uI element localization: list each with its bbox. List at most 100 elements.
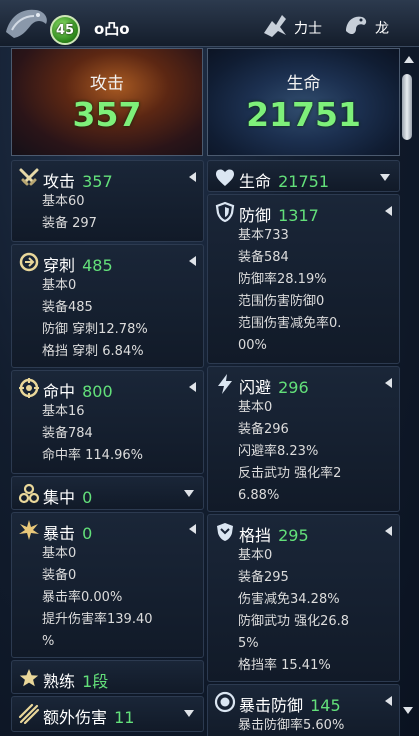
scroll-down-arrow-icon[interactable]	[403, 707, 413, 714]
lightning-icon	[218, 374, 232, 394]
stat-line: 00%	[238, 338, 267, 353]
stat-title: 生命	[239, 172, 272, 191]
stat-value: 0	[82, 488, 93, 507]
stat-line: 提升伤害率139.40	[42, 612, 153, 627]
stat-title: 集中	[43, 488, 76, 507]
hp-summary-value: 21751	[246, 95, 361, 134]
class-icon	[264, 15, 286, 37]
scrollbar-track[interactable]	[403, 70, 415, 695]
level-badge: 45	[50, 15, 80, 45]
stat-line: 装备584	[238, 250, 289, 265]
stat-title: 闪避	[239, 378, 272, 397]
stat-line: 装备784	[42, 426, 93, 441]
stat-card-evasion: 闪避 296 基本0 装备296 闪避率8.23% 反击武功 强化率2 6.88…	[207, 366, 400, 512]
race-icon	[346, 16, 367, 35]
stat-card-attack-header[interactable]: 攻击 357	[12, 161, 203, 193]
stat-value: 296	[278, 378, 309, 397]
stat-title: 暴击	[43, 524, 76, 543]
stat-value: 11	[114, 708, 135, 727]
stat-title: 防御	[239, 206, 272, 225]
scroll-up-arrow-icon[interactable]	[404, 56, 414, 63]
stat-line: 闪避率8.23%	[238, 444, 319, 459]
expand-arrow-icon[interactable]	[189, 382, 196, 392]
dropdown-arrow-icon[interactable]	[184, 490, 194, 497]
dropdown-arrow-icon[interactable]	[184, 710, 194, 717]
crossed-swords-icon	[19, 168, 39, 186]
stat-line: 基本0	[42, 278, 77, 293]
target-icon	[19, 378, 39, 398]
stat-card-evasion-header[interactable]: 闪避 296	[208, 367, 399, 399]
stat-line: 基本16	[42, 404, 85, 419]
pierce-icon	[19, 252, 39, 272]
character-stats-window: 45 o凸o 力士 龙 攻击 357 生命 21751 攻击 357 基本60 …	[0, 0, 419, 736]
stat-card-pierce-header[interactable]: 穿刺 485	[12, 245, 203, 277]
expand-arrow-icon[interactable]	[385, 378, 392, 388]
dropdown-arrow-icon[interactable]	[380, 174, 390, 181]
hp-summary-label: 生命	[286, 74, 321, 94]
stat-value: 800	[82, 382, 113, 401]
race-label: 龙	[375, 21, 389, 37]
stat-line: 暴击防御率5.60%	[238, 718, 345, 733]
expand-arrow-icon[interactable]	[189, 524, 196, 534]
stat-card-mastery-header[interactable]: 熟练 1段	[12, 661, 203, 693]
stat-line: 基本60	[42, 194, 85, 209]
expand-arrow-icon[interactable]	[385, 526, 392, 536]
stat-value: 1段	[82, 672, 109, 691]
stat-line: 基本0	[238, 548, 273, 563]
expand-arrow-icon[interactable]	[385, 206, 392, 216]
stat-value: 357	[82, 172, 113, 191]
stat-card-defense-header[interactable]: 防御 1317	[208, 195, 399, 227]
stat-card-hp: 生命 21751	[207, 160, 400, 192]
attack-summary-label: 攻击	[90, 74, 124, 94]
stat-line: 6.88%	[238, 488, 280, 503]
hp-summary: 生命 21751	[207, 48, 400, 156]
class-label: 力士	[294, 21, 322, 37]
shield-icon	[215, 201, 235, 223]
heart-icon	[216, 169, 234, 186]
block-shield-icon	[217, 523, 233, 541]
expand-arrow-icon[interactable]	[385, 696, 392, 706]
stat-card-extra-damage-header[interactable]: 额外伤害 11	[12, 697, 203, 729]
stat-line: 命中率 114.96%	[42, 448, 143, 463]
stat-card-crit-defense-header[interactable]: 暴击防御 145	[208, 685, 399, 717]
player-name: o凸o	[94, 20, 130, 38]
stat-card-defense: 防御 1317 基本733 装备584 防御率28.19% 范围伤害防御0 范围…	[207, 194, 400, 364]
stat-card-mastery: 熟练 1段	[11, 660, 204, 694]
stat-line: 装备 297	[42, 216, 97, 231]
stat-line: 装备295	[238, 570, 289, 585]
stat-line: 格挡率 15.41%	[238, 658, 331, 673]
stat-value: 21751	[278, 172, 330, 191]
expand-arrow-icon[interactable]	[189, 172, 196, 182]
stat-line: 防御武功 强化26.8	[238, 614, 350, 629]
stat-line: 格挡 穿刺 6.84%	[42, 344, 144, 359]
stat-value: 485	[82, 256, 113, 275]
stat-line: 装备485	[42, 300, 93, 315]
stat-line: 5%	[238, 636, 259, 651]
expand-arrow-icon[interactable]	[189, 256, 196, 266]
stat-card-pierce: 穿刺 485 基本0 装备485 防御 穿刺12.78% 格挡 穿刺 6.84%	[11, 244, 204, 368]
stat-card-critical-header[interactable]: 暴击 0	[12, 513, 203, 545]
stat-value: 145	[310, 696, 341, 715]
stat-card-focus-header[interactable]: 集中 0	[12, 477, 203, 509]
stat-card-block-header[interactable]: 格挡 295	[208, 515, 399, 547]
dragon-emblem-icon	[6, 9, 47, 38]
stat-title: 暴击防御	[239, 696, 304, 715]
stat-line: 基本0	[238, 400, 273, 415]
stat-line: 反击武功 强化率2	[238, 466, 342, 481]
focus-icon	[18, 483, 40, 504]
stat-line: 基本0	[42, 546, 77, 561]
stat-value: 295	[278, 526, 309, 545]
stat-line: 防御率28.19%	[238, 272, 327, 287]
stat-card-accuracy-header[interactable]: 命中 800	[12, 371, 203, 403]
stat-card-hp-header[interactable]: 生命 21751	[208, 161, 399, 191]
stat-card-critical: 暴击 0 基本0 装备0 暴击率0.00% 提升伤害率139.40 %	[11, 512, 204, 658]
stat-line: 范围伤害减免率0.	[238, 316, 342, 331]
stat-line: 范围伤害防御0	[238, 294, 325, 309]
stat-title: 命中	[43, 382, 76, 401]
burst-icon	[19, 520, 39, 540]
attack-summary: 攻击 357	[11, 48, 203, 156]
slash-icon	[18, 703, 40, 725]
stat-line: 防御 穿刺12.78%	[42, 322, 148, 337]
stat-line: 装备0	[42, 568, 77, 583]
scrollbar-thumb[interactable]	[402, 74, 412, 140]
